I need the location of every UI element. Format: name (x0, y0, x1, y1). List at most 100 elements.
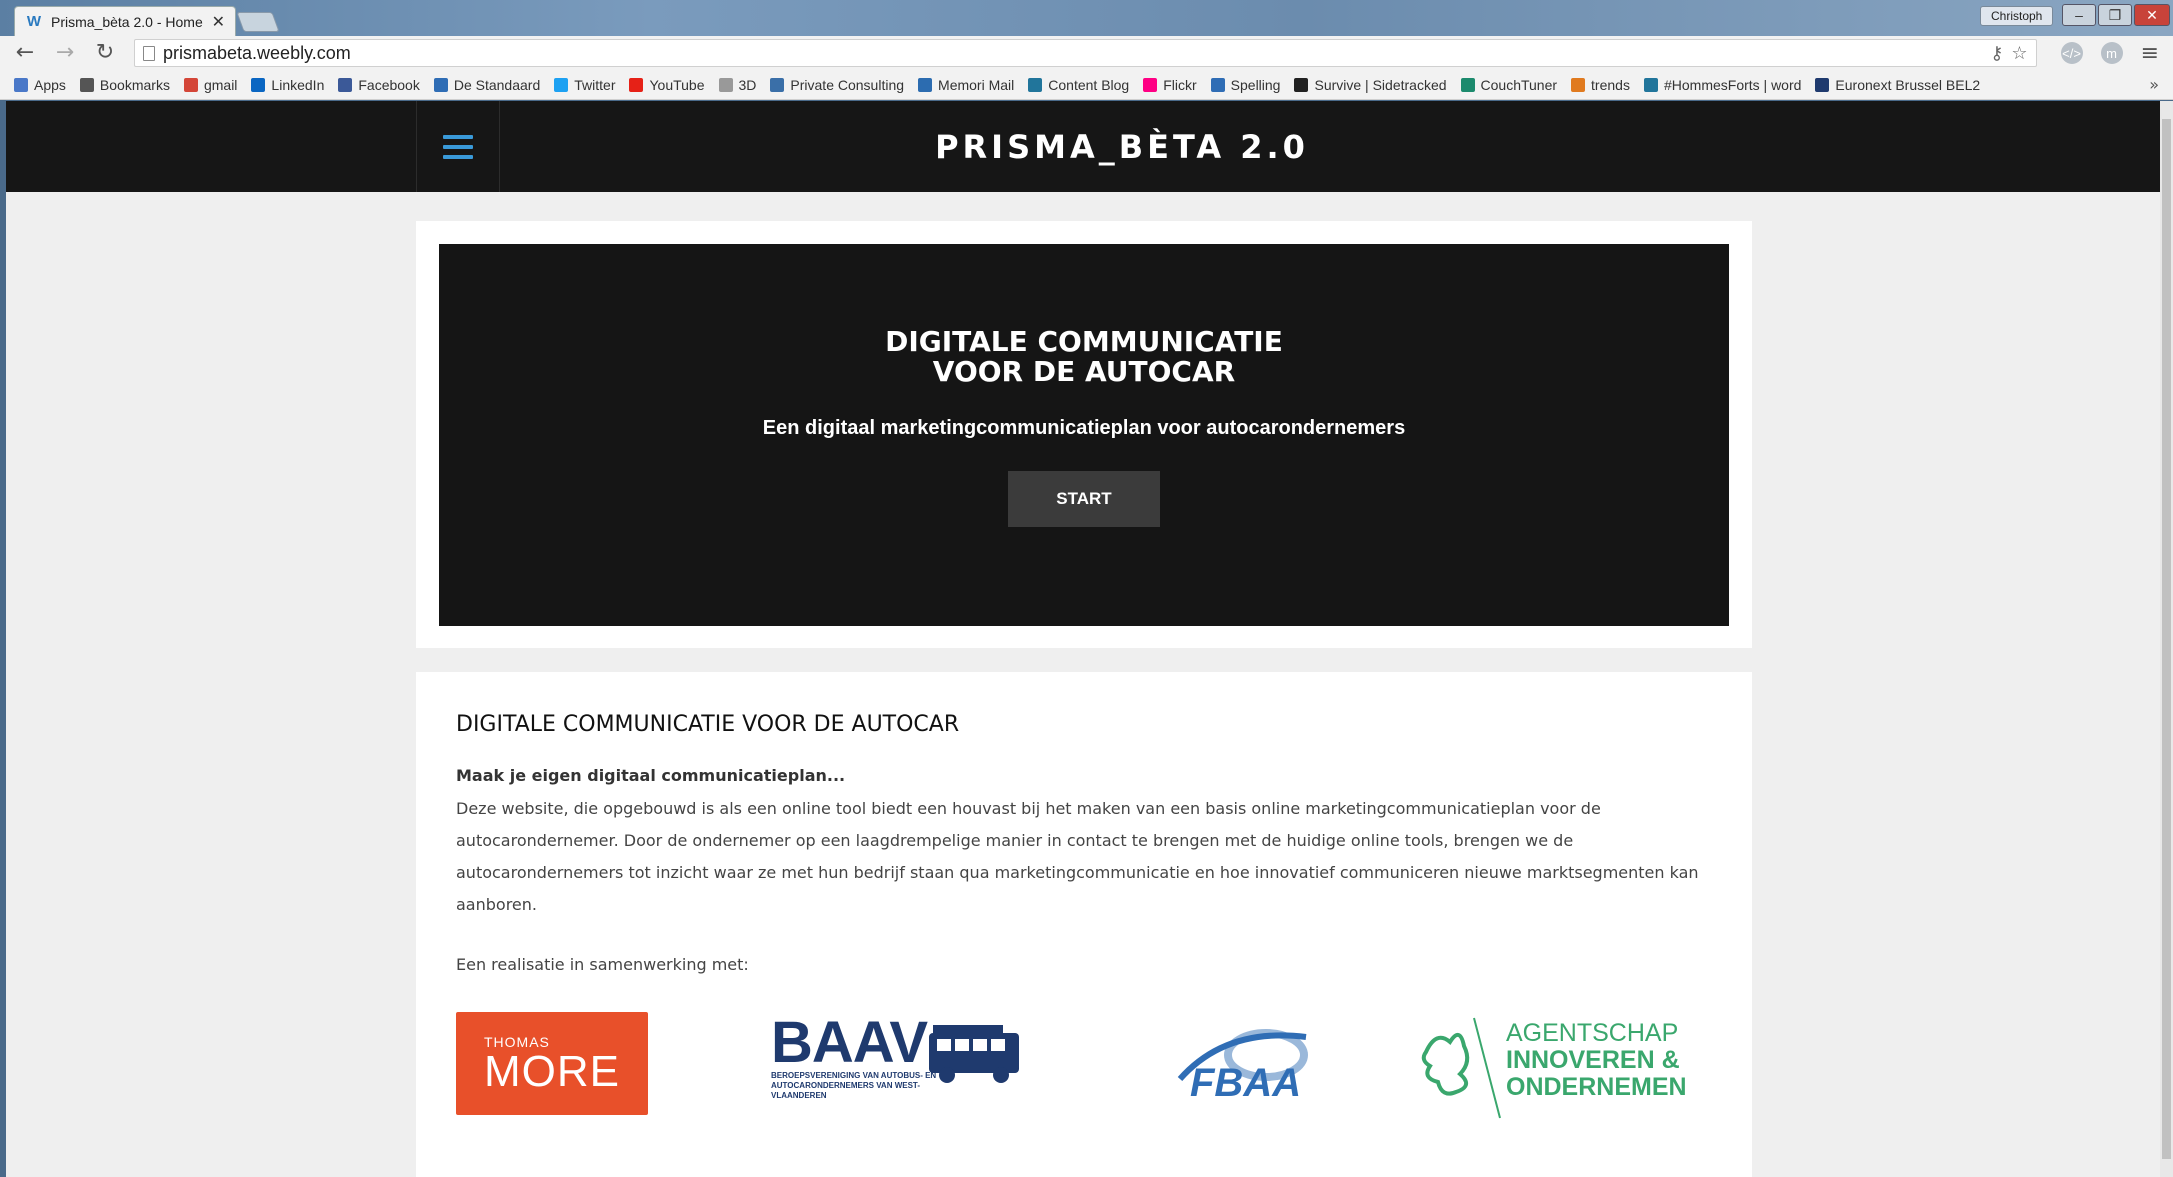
baav-logo-sub: BEROEPSVERENIGING VAN AUTOBUS- EN AUTOCA… (771, 1071, 937, 1100)
site-title[interactable]: PRISMA_BÈTA 2.0 (6, 101, 2160, 192)
hero-title: DIGITALE COMMUNICATIE VOOR DE AUTOCAR (885, 325, 1283, 388)
bookmark-flickr[interactable]: Flickr (1143, 77, 1197, 93)
weebly-favicon-icon: W (26, 13, 42, 30)
baav-logo[interactable]: BAAV BEROEPSVERENIGING VAN AUTOBUS- EN A… (771, 1014, 1031, 1105)
bookmark-label: trends (1591, 76, 1630, 93)
agentschap-line3: ONDERNEMEN (1506, 1073, 1687, 1101)
twitter-icon (554, 77, 569, 92)
bookmark-couchtuner[interactable]: CouchTuner (1460, 76, 1558, 93)
tab-close-icon[interactable]: ✕ (212, 12, 225, 31)
reload-icon[interactable]: ↻ (94, 42, 116, 64)
bookmark-gmail[interactable]: gmail (183, 76, 238, 93)
bookmark-label: Content Blog (1048, 76, 1130, 93)
facebook-icon (338, 77, 353, 92)
bookmark-de-standaard[interactable]: De Standaard (433, 76, 541, 93)
wordpress-icon (1643, 77, 1658, 92)
consulting-icon (770, 77, 785, 92)
profile-badge[interactable]: Christoph (1980, 6, 2054, 26)
bookmark-facebook[interactable]: Facebook (338, 76, 420, 93)
chrome-menu-icon[interactable]: ≡ (2141, 41, 2159, 66)
bookmark-star-icon[interactable]: ☆ (2011, 43, 2027, 64)
bookmark-trends[interactable]: trends (1571, 77, 1630, 93)
bookmark-label: gmail (203, 76, 238, 93)
bookmark-label: #HommesForts | word (1663, 76, 1802, 93)
window-close-button[interactable]: ✕ (2134, 4, 2170, 26)
agentschap-logo[interactable]: AGENTSCHAP INNOVEREN & ONDERNEMEN (1416, 1012, 1696, 1122)
circle-icon (1294, 77, 1309, 92)
youtube-icon (629, 77, 644, 92)
page-icon (143, 45, 155, 61)
browser-toolbar: ← → ↻ prismabeta.weebly.com ⚷ ☆ </> m ≡ (0, 36, 2173, 70)
bookmark-label: De Standaard (453, 76, 541, 93)
bookmark-label: Spelling (1230, 76, 1281, 93)
hero-card: DIGITALE COMMUNICATIE VOOR DE AUTOCAR Ee… (416, 221, 1752, 648)
bookmark-survive-sidetracked[interactable]: Survive | Sidetracked (1294, 76, 1447, 93)
site-header: PRISMA_BÈTA 2.0 (6, 101, 2160, 192)
standaard-icon (433, 77, 448, 92)
bookmark-3d[interactable]: 3D (718, 76, 757, 93)
bookmark-label: Twitter (574, 76, 616, 93)
bookmark-label: LinkedIn (271, 76, 325, 93)
bookmark-content-blog[interactable]: Content Blog (1028, 77, 1129, 93)
page-icon (718, 77, 733, 92)
mail-icon (918, 77, 933, 92)
bookmark-label: YouTube (649, 76, 705, 93)
content-heading: DIGITALE COMMUNICATIE VOOR DE AUTOCAR (456, 712, 960, 737)
bookmark-euronext-brussel-bel2[interactable]: Euronext Brussel BEL2 (1815, 77, 1980, 93)
dots-icon (1210, 77, 1225, 92)
linkedin-icon (251, 77, 266, 92)
agentschap-text: AGENTSCHAP INNOVEREN & ONDERNEMEN (1506, 1020, 1687, 1101)
thomas-more-logo[interactable]: THOMAS MORE (456, 1012, 648, 1115)
fbaa-logo[interactable]: FBAA (1166, 1017, 1346, 1107)
start-button[interactable]: START (1008, 471, 1160, 527)
address-bar[interactable]: prismabeta.weebly.com ⚷ ☆ (134, 39, 2037, 67)
bookmarks-bar: Apps Bookmarks gmail LinkedIn Facebook De Sta… (0, 70, 2173, 100)
bookmark-spelling[interactable]: Spelling (1210, 76, 1281, 93)
forward-arrow-icon[interactable]: → (54, 42, 76, 64)
flickr-icon (1143, 77, 1158, 92)
key-icon[interactable]: ⚷ (1990, 43, 2003, 64)
wordpress-icon (1028, 77, 1043, 92)
star-icon (79, 77, 94, 92)
bookmark-private-consulting[interactable]: Private Consulting (770, 77, 904, 93)
fbaa-logo-word: FBAA (1190, 1061, 1302, 1105)
bookmark-hommesforts-word[interactable]: #HommesForts | word (1643, 76, 1802, 93)
bookmark-label: CouchTuner (1480, 76, 1558, 93)
browser-titlebar: W Prisma_bèta 2.0 - Home ✕ Christoph – ❐… (0, 0, 2173, 36)
new-tab-button[interactable] (236, 12, 280, 32)
hero-banner: DIGITALE COMMUNICATIE VOOR DE AUTOCAR Ee… (439, 244, 1729, 626)
tv-icon (1460, 77, 1475, 92)
bookmark-label: Apps (34, 76, 66, 93)
bookmark-memori-mail[interactable]: Memori Mail (918, 77, 1014, 93)
scrollbar-thumb[interactable] (2162, 119, 2171, 1159)
browser-tab[interactable]: W Prisma_bèta 2.0 - Home ✕ (14, 6, 236, 36)
bookmark-linkedin[interactable]: LinkedIn (251, 77, 324, 93)
page-scrollbar[interactable] (2160, 101, 2173, 1177)
agentschap-line2: INNOVEREN & (1506, 1046, 1680, 1074)
agentschap-line1: AGENTSCHAP (1506, 1019, 1679, 1047)
bookmark-label: Memori Mail (938, 76, 1015, 93)
maximize-button[interactable]: ❐ (2098, 4, 2132, 26)
bookmark-label: Facebook (358, 76, 420, 93)
bookmark-label: 3D (738, 76, 757, 93)
back-arrow-icon[interactable]: ← (14, 42, 36, 64)
code-extension-icon[interactable]: </> (2060, 42, 2083, 64)
m-extension-icon[interactable]: m (2100, 42, 2123, 64)
hamburger-menu-icon[interactable] (416, 101, 500, 192)
bookmark-label: Survive | Sidetracked (1314, 76, 1447, 93)
tab-title: Prisma_bèta 2.0 - Home (51, 13, 203, 30)
bookmarks-overflow-icon[interactable]: » (2149, 75, 2159, 94)
bookmark-youtube[interactable]: YouTube (629, 76, 705, 93)
minimize-button[interactable]: – (2062, 4, 2096, 26)
url-text[interactable]: prismabeta.weebly.com (163, 43, 1982, 64)
hero-subtitle: Een digitaal marketingcommunicatieplan v… (762, 417, 1406, 439)
bookmark-label: Bookmarks (99, 76, 170, 93)
t-icon (1815, 77, 1830, 92)
bookmark-bookmarks[interactable]: Bookmarks (79, 76, 170, 93)
content-body: Deze website, die opgebouwd is als een o… (456, 799, 1699, 914)
bookmark-twitter[interactable]: Twitter (554, 77, 615, 93)
bookmark-apps[interactable]: Apps (14, 77, 66, 93)
page-viewport: PRISMA_BÈTA 2.0 DIGITALE COMMUNICATIE VO… (6, 101, 2160, 1177)
partners-label: Een realisatie in samenwerking met: (456, 955, 749, 974)
lion-icon (1421, 1017, 1501, 1119)
